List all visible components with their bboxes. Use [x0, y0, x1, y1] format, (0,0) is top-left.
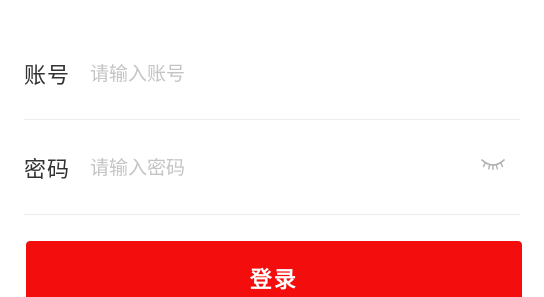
password-divider [24, 214, 520, 215]
password-input[interactable] [90, 148, 520, 188]
account-field-row: 账号 [24, 44, 520, 104]
password-field-row: 密码 [24, 138, 520, 198]
eye-closed-icon[interactable] [478, 152, 508, 176]
password-label: 密码 [24, 158, 71, 183]
account-input[interactable] [90, 54, 520, 94]
account-divider [24, 119, 520, 120]
login-form: 账号 密码 登录 [0, 0, 544, 297]
login-button[interactable]: 登录 [26, 241, 522, 297]
account-label: 账号 [24, 64, 71, 89]
